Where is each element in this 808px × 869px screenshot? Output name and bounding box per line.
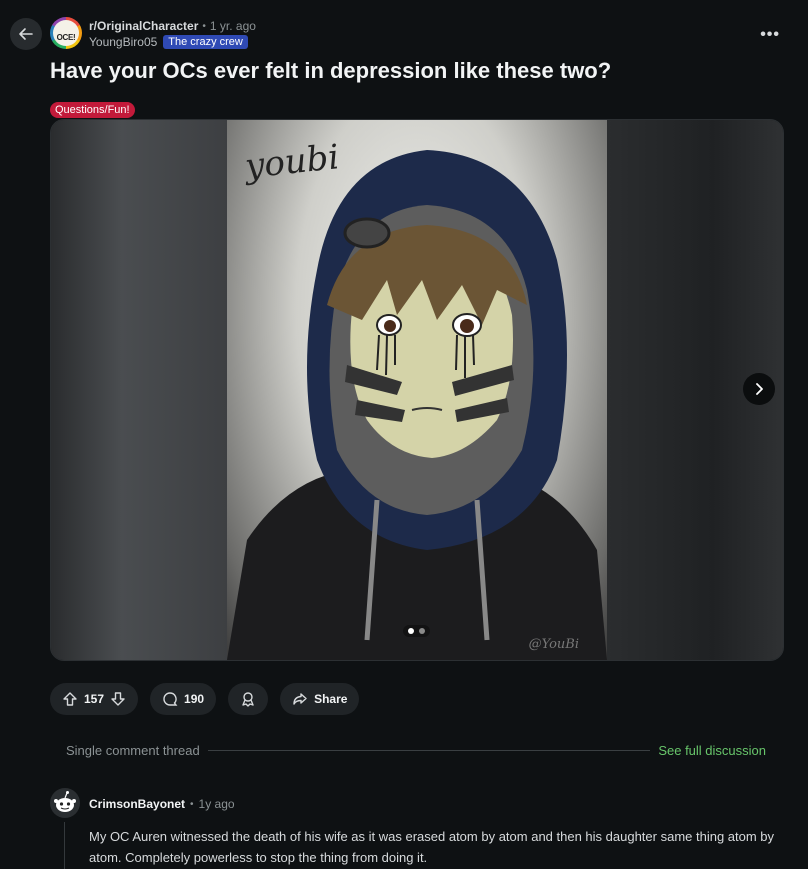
comments-button[interactable]: 190: [150, 683, 217, 715]
arrow-left-icon: [19, 28, 33, 40]
post-title: Have your OCs ever felt in depression li…: [50, 58, 612, 83]
user-flair: The crazy crew: [163, 35, 248, 49]
media-blur-background-left: [51, 120, 227, 660]
art-watermark: @YouBi: [528, 637, 579, 652]
comment-author[interactable]: CrimsonBayonet: [89, 797, 185, 811]
thread-line[interactable]: [64, 822, 65, 869]
award-icon: [242, 692, 254, 707]
award-button[interactable]: [228, 683, 269, 715]
carousel-indicator: [403, 625, 430, 637]
downvote-icon[interactable]: [110, 691, 126, 707]
comment-icon: [163, 692, 178, 706]
comment-time: 1y ago: [198, 797, 235, 811]
chevron-right-icon: [756, 383, 763, 395]
comment-count: 190: [184, 692, 205, 706]
thread-bar: Single comment thread See full discussio…: [66, 740, 766, 760]
post-image[interactable]: youbi @YouBi: [227, 120, 607, 660]
carousel-dot[interactable]: [419, 628, 425, 634]
more-options-button[interactable]: •••: [760, 26, 780, 44]
thread-label: Single comment thread: [66, 742, 200, 758]
snoo-avatar-icon: [54, 791, 76, 812]
carousel-dot[interactable]: [408, 628, 414, 634]
see-full-discussion-link[interactable]: See full discussion: [658, 743, 766, 758]
back-button[interactable]: [10, 18, 42, 50]
post-media-carousel[interactable]: youbi @YouBi: [50, 119, 784, 661]
author-link[interactable]: YoungBiro05: [89, 35, 157, 49]
share-label: Share: [314, 692, 348, 706]
subreddit-link[interactable]: r/OriginalCharacter: [89, 19, 198, 33]
divider: [207, 749, 651, 751]
subreddit-avatar[interactable]: OCE!: [50, 17, 82, 49]
share-icon: [293, 693, 307, 705]
commenter-avatar[interactable]: [50, 788, 80, 818]
author-line: YoungBiro05 The crazy crew: [89, 35, 248, 49]
upvote-icon[interactable]: [62, 691, 78, 707]
post-meta: r/OriginalCharacter • 1 yr. ago: [89, 19, 256, 33]
post-time: 1 yr. ago: [209, 19, 256, 33]
post-flair[interactable]: Questions/Fun!: [50, 102, 135, 118]
character-artwork: [227, 150, 607, 660]
comment-meta: CrimsonBayonet • 1y ago: [89, 797, 235, 811]
separator-dot: •: [202, 20, 206, 32]
vote-count: 157: [84, 692, 105, 706]
post-actions: 157 190 Share: [50, 683, 360, 715]
vote-group: 157: [50, 683, 139, 715]
separator-dot: •: [190, 798, 194, 810]
share-button[interactable]: Share: [280, 683, 360, 715]
comment-body: My OC Auren witnessed the death of his w…: [89, 829, 775, 865]
carousel-next-button[interactable]: [743, 373, 775, 405]
